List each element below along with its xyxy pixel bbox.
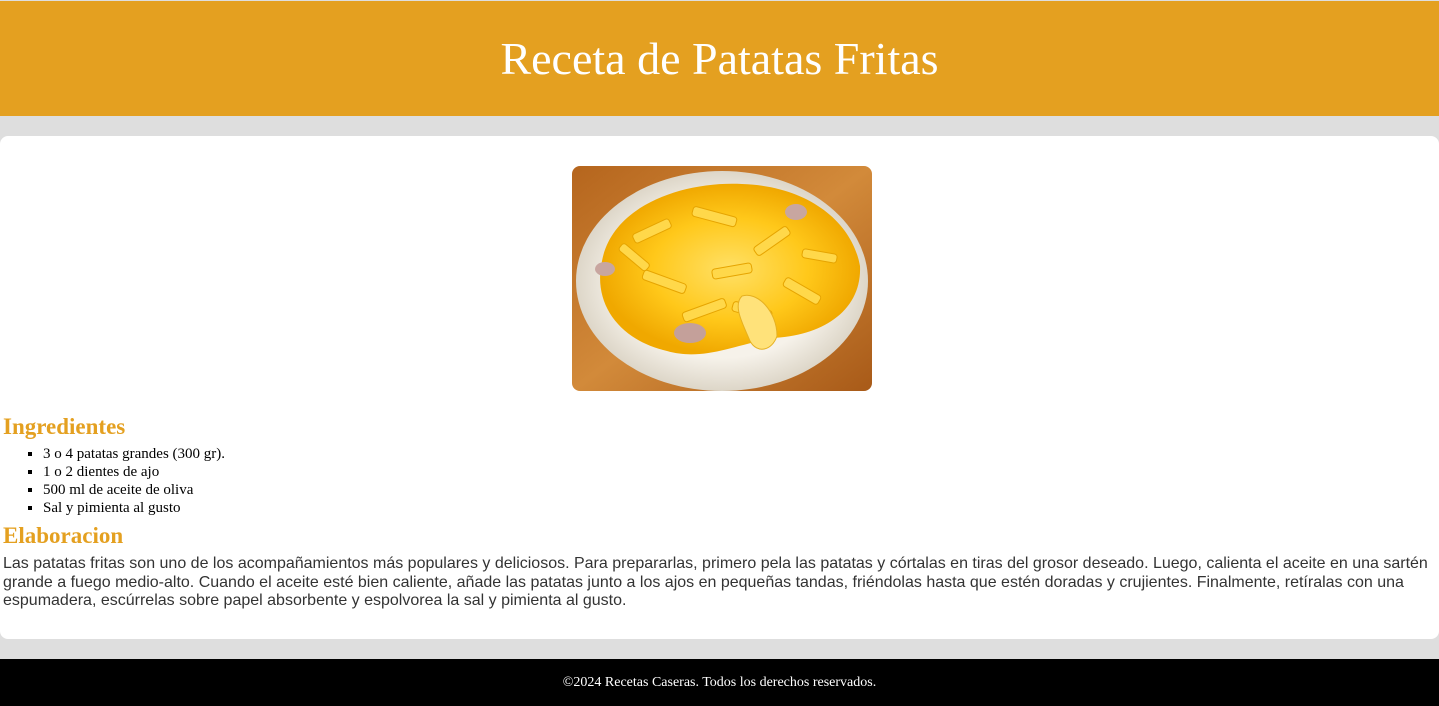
- footer-copyright: ©2024 Recetas Caseras. Todos los derecho…: [562, 674, 877, 690]
- ingredients-heading: Ingredientes: [3, 414, 126, 439]
- ingredient-item: 500 ml de aceite de oliva: [43, 481, 225, 499]
- page-title: Receta de Patatas Fritas: [500, 33, 939, 84]
- ingredient-item: Sal y pimienta al gusto: [43, 499, 225, 517]
- recipe-card: Ingredientes 3 o 4 patatas grandes (300 …: [0, 136, 1439, 639]
- page-header: Receta de Patatas Fritas: [0, 1, 1439, 116]
- ingredient-item: 1 o 2 dientes de ajo: [43, 463, 225, 481]
- fried-potatoes-photo: [572, 166, 872, 391]
- elaboracion-text: Las patatas fritas son uno de los acompa…: [3, 555, 1428, 609]
- page-footer: ©2024 Recetas Caseras. Todos los derecho…: [0, 659, 1439, 706]
- ingredients-list: 3 o 4 patatas grandes (300 gr). 1 o 2 di…: [0, 445, 225, 517]
- ingredient-item: 3 o 4 patatas grandes (300 gr).: [43, 445, 225, 463]
- elaboracion-heading: Elaboracion: [3, 523, 124, 548]
